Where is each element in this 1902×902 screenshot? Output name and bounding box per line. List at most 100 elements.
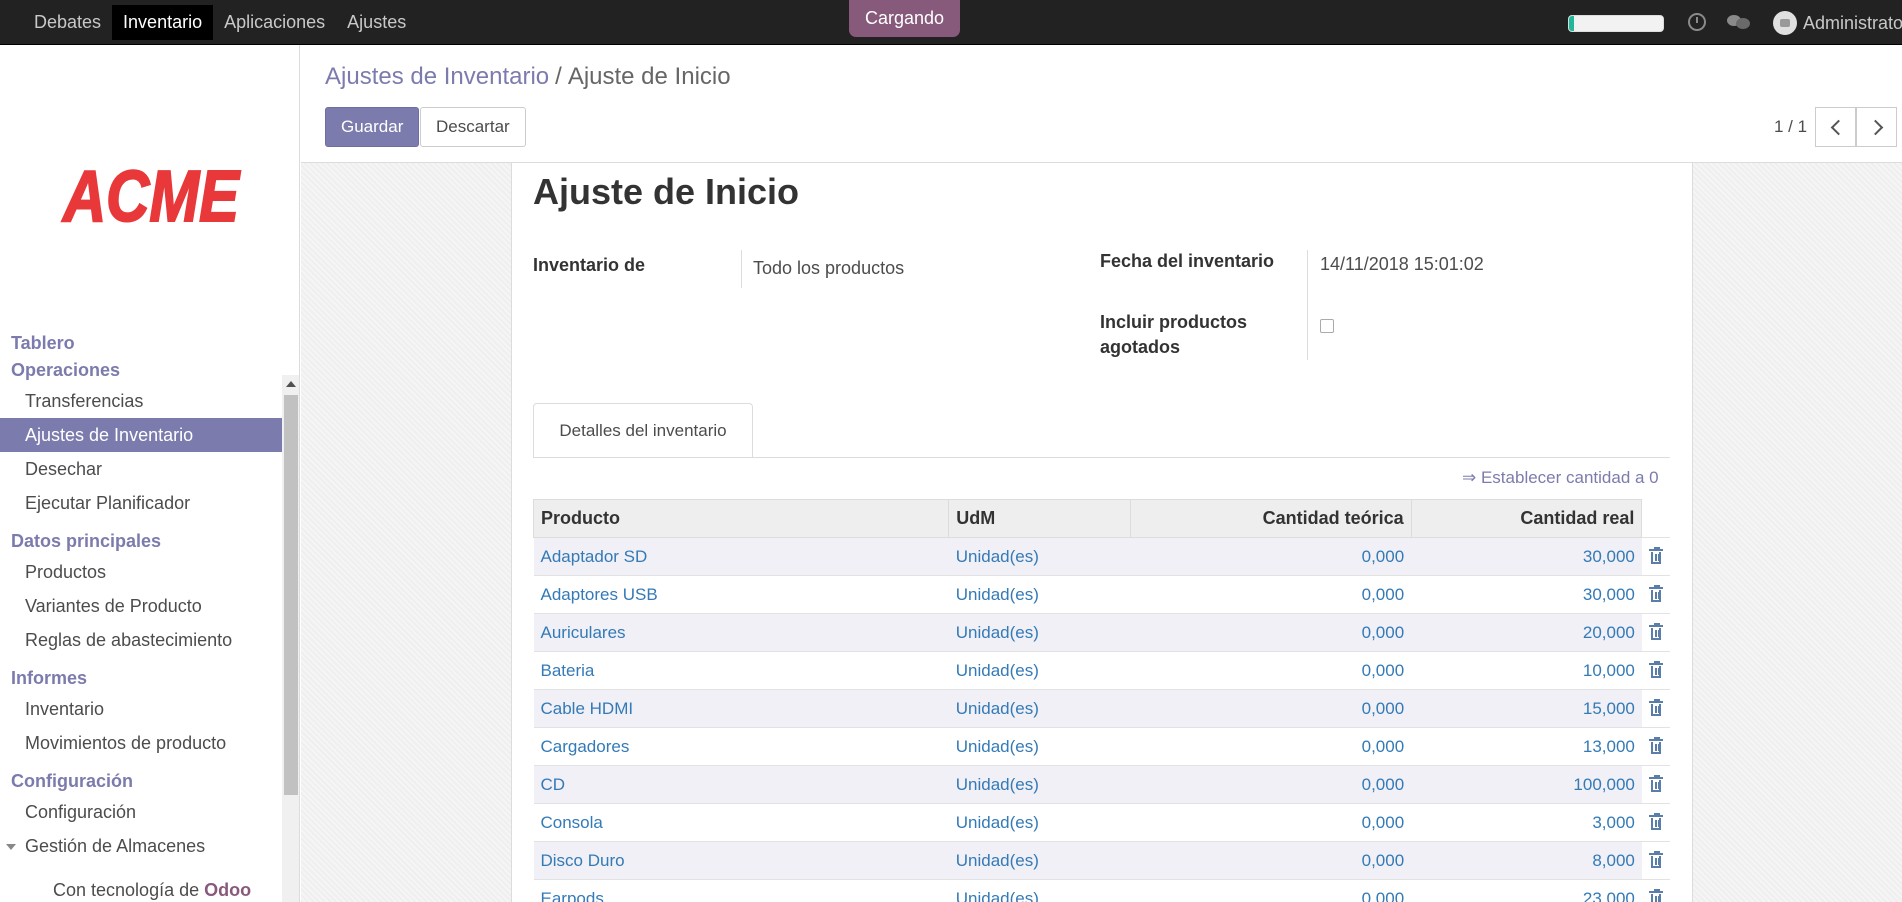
cell-cantidad-real[interactable]: 23,000 (1411, 879, 1642, 902)
cell-cantidad-teorica[interactable]: 0,000 (1130, 841, 1412, 880)
pager-next-icon[interactable] (1856, 107, 1898, 147)
cell-udm[interactable]: Unidad(es) (948, 651, 1131, 690)
menu-ajustes[interactable]: Ajustes (336, 5, 417, 40)
pager-previous-icon[interactable] (1815, 107, 1857, 147)
trash-icon[interactable] (1648, 888, 1663, 902)
sidebar-item-desechar[interactable]: Desechar (0, 452, 282, 486)
trash-icon[interactable] (1648, 546, 1663, 564)
cell-cantidad-teorica[interactable]: 0,000 (1130, 879, 1412, 902)
table-row[interactable]: Disco Duro Unidad(es) 0,000 8,000 (533, 841, 1670, 880)
cell-cantidad-real[interactable]: 100,000 (1411, 765, 1642, 804)
cell-cantidad-real[interactable]: 30,000 (1411, 537, 1642, 576)
trash-icon[interactable] (1648, 660, 1663, 678)
sidebar-item-productos[interactable]: Productos (0, 555, 282, 589)
trash-icon[interactable] (1648, 774, 1663, 792)
sidebar-item-movimientos[interactable]: Movimientos de producto (0, 726, 282, 760)
delete-cell (1641, 727, 1670, 766)
inventario-de-value[interactable]: Todo los productos (753, 258, 904, 279)
column-udm[interactable]: UdM (948, 499, 1131, 538)
odoo-link[interactable]: Odoo (204, 880, 251, 900)
table-row[interactable]: Cargadores Unidad(es) 0,000 13,000 (533, 727, 1670, 766)
set-zero-button[interactable]: ⇒ Establecer cantidad a 0 (1462, 468, 1659, 488)
cell-cantidad-real[interactable]: 3,000 (1411, 803, 1642, 842)
menu-inventario[interactable]: Inventario (112, 5, 214, 40)
save-button[interactable]: Guardar (325, 107, 420, 147)
pager-count[interactable]: 1 / 1 (1774, 117, 1807, 137)
column-producto[interactable]: Producto (532, 499, 950, 538)
sidebar-scrollbar[interactable] (282, 375, 299, 902)
cell-producto[interactable]: Cable HDMI (533, 689, 949, 728)
sidebar-group-operaciones: Operaciones (11, 360, 121, 380)
trash-icon[interactable] (1648, 812, 1663, 830)
table-row[interactable]: Earpods Unidad(es) 0,000 23,000 (533, 879, 1670, 902)
column-cantidad-teorica[interactable]: Cantidad teórica (1129, 499, 1412, 538)
cell-cantidad-real[interactable]: 8,000 (1411, 841, 1642, 880)
fecha-inventario-value[interactable]: 14/11/2018 15:01:02 (1320, 254, 1484, 275)
table-row[interactable]: Auriculares Unidad(es) 0,000 20,000 (533, 613, 1670, 652)
sidebar-item-planificador[interactable]: Ejecutar Planificador (0, 486, 282, 520)
table-row[interactable]: Adaptores USB Unidad(es) 0,000 30,000 (533, 575, 1670, 614)
user-menu[interactable]: Administrator (1773, 11, 1902, 35)
sidebar-item-almacenes[interactable]: Gestión de Almacenes (0, 829, 282, 863)
cell-cantidad-teorica[interactable]: 0,000 (1130, 613, 1412, 652)
sidebar-group-tablero[interactable]: Tablero (0, 330, 282, 357)
cell-cantidad-real[interactable]: 15,000 (1411, 689, 1642, 728)
sidebar-item-configuracion[interactable]: Configuración (0, 795, 282, 829)
cell-cantidad-teorica[interactable]: 0,000 (1130, 651, 1412, 690)
cell-cantidad-teorica[interactable]: 0,000 (1130, 803, 1412, 842)
cell-udm[interactable]: Unidad(es) (948, 803, 1131, 842)
incluir-agotados-checkbox[interactable] (1320, 319, 1334, 333)
cell-cantidad-teorica[interactable]: 0,000 (1130, 727, 1412, 766)
table-row[interactable]: Cable HDMI Unidad(es) 0,000 15,000 (533, 689, 1670, 728)
sidebar-item-variantes[interactable]: Variantes de Producto (0, 589, 282, 623)
cell-producto[interactable]: Adaptores USB (533, 575, 949, 614)
sidebar-item-transferencias[interactable]: Transferencias (0, 384, 282, 418)
cell-cantidad-teorica[interactable]: 0,000 (1130, 689, 1412, 728)
cell-producto[interactable]: Auriculares (533, 613, 949, 652)
breadcrumb-parent[interactable]: Ajustes de Inventario (325, 63, 549, 90)
table-row[interactable]: Adaptador SD Unidad(es) 0,000 30,000 (533, 537, 1670, 576)
cell-cantidad-teorica[interactable]: 0,000 (1130, 575, 1412, 614)
cell-cantidad-real[interactable]: 30,000 (1411, 575, 1642, 614)
cell-cantidad-real[interactable]: 13,000 (1411, 727, 1642, 766)
cell-udm[interactable]: Unidad(es) (948, 879, 1131, 902)
cell-producto[interactable]: CD (533, 765, 949, 804)
sidebar-item-ajustes-inventario[interactable]: Ajustes de Inventario (0, 418, 282, 452)
cell-producto[interactable]: Cargadores (533, 727, 949, 766)
chat-icon[interactable] (1727, 13, 1751, 31)
discard-button[interactable]: Descartar (420, 107, 526, 147)
trash-icon[interactable] (1648, 736, 1663, 754)
cell-udm[interactable]: Unidad(es) (948, 575, 1131, 614)
cell-udm[interactable]: Unidad(es) (948, 765, 1131, 804)
trash-icon[interactable] (1648, 698, 1663, 716)
cell-producto[interactable]: Consola (533, 803, 949, 842)
scroll-thumb[interactable] (284, 395, 298, 795)
cell-udm[interactable]: Unidad(es) (948, 727, 1131, 766)
table-row[interactable]: Consola Unidad(es) 0,000 3,000 (533, 803, 1670, 842)
table-row[interactable]: CD Unidad(es) 0,000 100,000 (533, 765, 1670, 804)
trash-icon[interactable] (1648, 584, 1663, 602)
sidebar-item-reglas[interactable]: Reglas de abastecimiento (0, 623, 282, 657)
cell-udm[interactable]: Unidad(es) (948, 613, 1131, 652)
menu-aplicaciones[interactable]: Aplicaciones (213, 5, 336, 40)
cell-producto[interactable]: Bateria (533, 651, 949, 690)
cell-producto[interactable]: Adaptador SD (533, 537, 949, 576)
cell-producto[interactable]: Earpods (533, 879, 949, 902)
cell-cantidad-teorica[interactable]: 0,000 (1130, 765, 1412, 804)
clock-icon[interactable] (1688, 13, 1706, 31)
cell-producto[interactable]: Disco Duro (533, 841, 949, 880)
column-cantidad-real[interactable]: Cantidad real (1410, 499, 1643, 538)
cell-cantidad-real[interactable]: 20,000 (1411, 613, 1642, 652)
cell-udm[interactable]: Unidad(es) (948, 689, 1131, 728)
menu-debates[interactable]: Debates (23, 5, 112, 40)
trash-icon[interactable] (1648, 622, 1663, 640)
table-row[interactable]: Bateria Unidad(es) 0,000 10,000 (533, 651, 1670, 690)
cell-cantidad-teorica[interactable]: 0,000 (1130, 537, 1412, 576)
trash-icon[interactable] (1648, 850, 1663, 868)
sidebar-item-inventario[interactable]: Inventario (0, 692, 282, 726)
cell-udm[interactable]: Unidad(es) (948, 537, 1131, 576)
tab-detalles-inventario[interactable]: Detalles del inventario (533, 403, 753, 458)
cell-cantidad-real[interactable]: 10,000 (1411, 651, 1642, 690)
scroll-up-icon[interactable] (286, 381, 296, 387)
cell-udm[interactable]: Unidad(es) (948, 841, 1131, 880)
